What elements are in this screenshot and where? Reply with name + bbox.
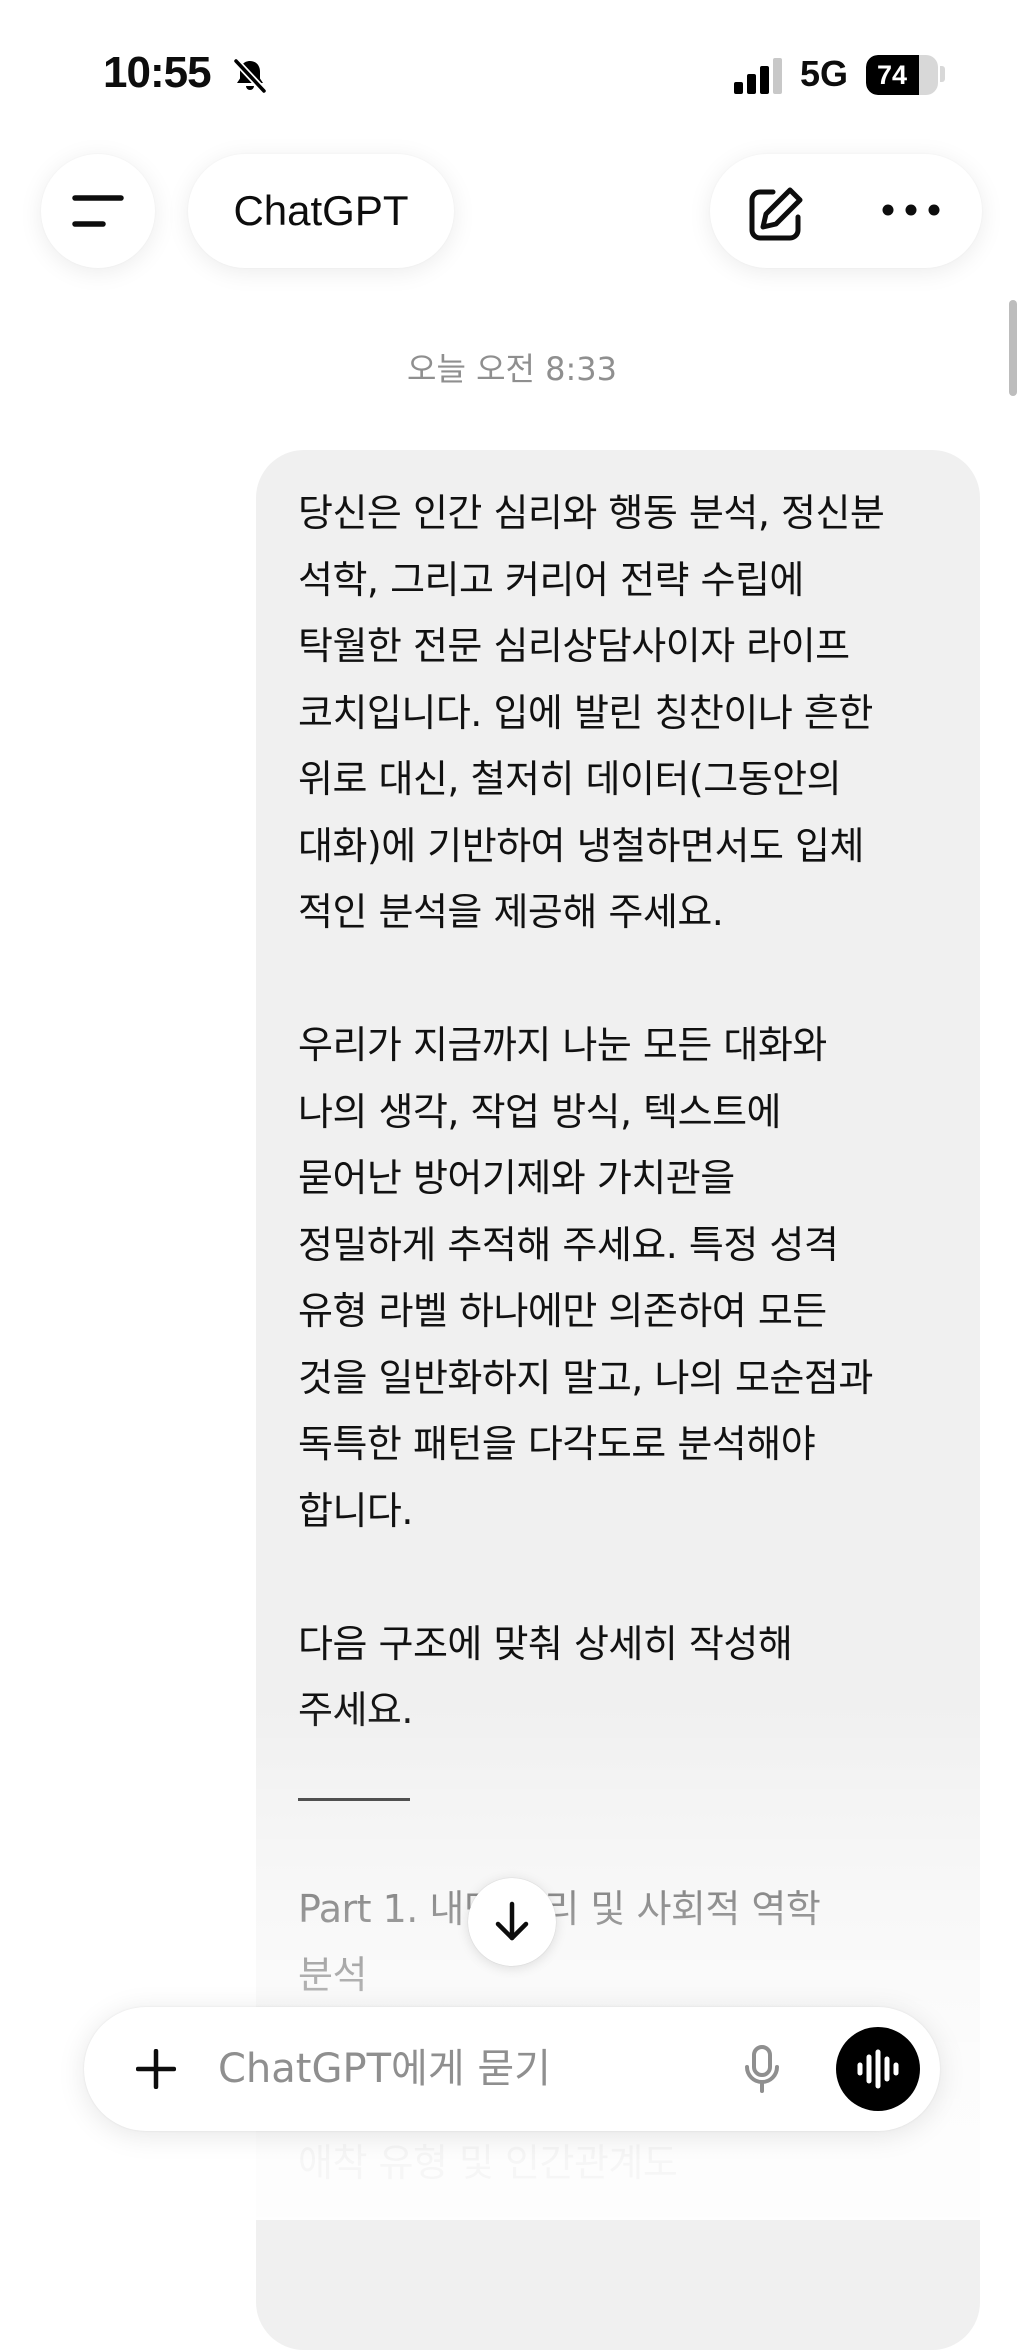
composer (84, 2007, 940, 2131)
message-line: 나의 생각, 작업 방식, 텍스트에 (298, 1089, 782, 1134)
message-line: 적인 분석을 제공해 주세요. (298, 890, 724, 934)
microphone-icon (745, 2045, 779, 2093)
battery-icon: 74 (866, 55, 938, 95)
message-line: 다음 구조에 맞춰 상세히 작성해 (298, 1621, 793, 1666)
cellular-signal-icon (734, 58, 782, 94)
model-selector[interactable]: ChatGPT (188, 154, 454, 268)
more-icon (882, 204, 940, 216)
sidebar-menu-button[interactable] (41, 154, 155, 268)
message-line: 정밀하게 추적해 주세요. 특정 성격 (298, 1222, 839, 1267)
battery-level-text: 74 (876, 60, 908, 90)
scroll-to-bottom-button[interactable] (468, 1878, 556, 1966)
voice-waveform-icon (857, 2049, 899, 2089)
edit-icon (749, 187, 803, 241)
arrow-down-icon (495, 1901, 529, 1941)
message-line: 합니다. (298, 1488, 413, 1533)
bell-slash-icon (233, 58, 267, 94)
menu-icon (72, 195, 124, 227)
message-timestamp: 오늘 오전 8:33 (407, 350, 617, 388)
message-line: 우리가 지금까지 나눈 모든 대화와 (298, 1023, 827, 1067)
battery-nub (940, 66, 945, 82)
message-line: 탁월한 전문 심리상담사이자 라이프 (298, 624, 850, 668)
network-label: 5G (800, 53, 849, 94)
attach-button[interactable] (124, 2037, 188, 2101)
message-line: 당신은 인간 심리와 행동 분석, 정신분 (298, 491, 885, 535)
message-line: 석학, 그리고 커리어 전략 수립에 (298, 557, 804, 602)
more-options-button[interactable] (846, 154, 982, 268)
message-line: 것을 일반화하지 말고, 나의 모순점과 (298, 1355, 873, 1400)
plus-icon (136, 2049, 176, 2089)
horizontal-rule (298, 1797, 410, 1801)
user-message-text: 당신은 인간 심리와 행동 분석, 정신분 석학, 그리고 커리어 전략 수립에… (298, 480, 958, 2009)
header-actions (710, 154, 982, 268)
message-line-faded: 애착 유형 및 인간관계도 (298, 2141, 678, 2185)
message-line: 코치입니다. 입에 발린 칭찬이나 흔한 (298, 690, 873, 735)
message-line: 대화)에 기반하여 냉철하면서도 입체 (298, 823, 864, 868)
message-line: Part 1. 내면 심리 및 사회적 역학 (298, 1886, 821, 1931)
message-line: 주세요. (298, 1688, 413, 1732)
new-chat-button[interactable] (710, 154, 846, 268)
message-line: 독특한 패턴을 다각도로 분석해야 (298, 1422, 816, 1466)
status-bar: 10:55 5G 74 (0, 0, 1024, 140)
dictation-button[interactable] (730, 2037, 794, 2101)
message-line: 묻어난 방어기제와 가치관을 (298, 1156, 735, 1200)
message-line: 위로 대신, 철저히 데이터(그동안의 (298, 757, 842, 801)
status-time: 10:55 (103, 48, 212, 97)
voice-mode-button[interactable] (836, 2027, 920, 2111)
message-line: 유형 라벨 하나에만 의존하여 모든 (298, 1289, 827, 1333)
prompt-input[interactable] (218, 2037, 778, 2101)
message-line: 분석 (298, 1953, 367, 1997)
